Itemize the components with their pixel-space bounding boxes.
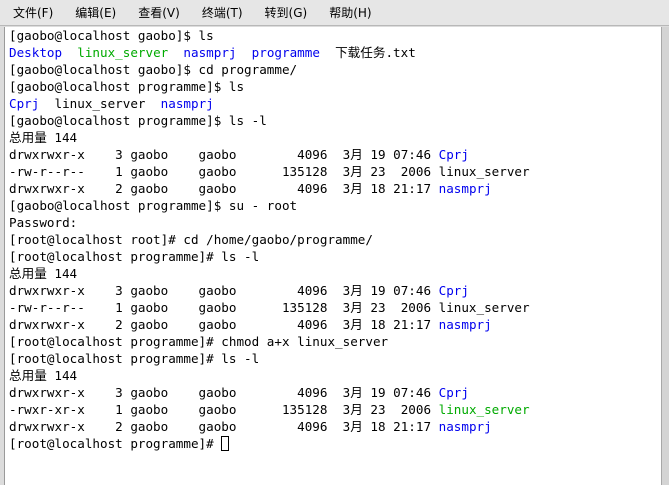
terminal-text: [root@localhost programme]# ls -l (9, 249, 260, 264)
terminal-line: [root@localhost root]# cd /home/gaobo/pr… (9, 231, 530, 248)
terminal-text: drwxrwxr-x 2 gaobo gaobo 4096 3月 18 21:1… (9, 181, 439, 196)
terminal-text: 总用量 144 (9, 130, 78, 145)
terminal-text: [root@localhost programme]# chmod a+x li… (9, 334, 389, 349)
terminal-line: -rw-r--r-- 1 gaobo gaobo 135128 3月 23 20… (9, 163, 530, 180)
terminal-line: -rwxr-xr-x 1 gaobo gaobo 135128 3月 23 20… (9, 401, 530, 418)
terminal-line: drwxrwxr-x 2 gaobo gaobo 4096 3月 18 21:1… (9, 418, 530, 435)
terminal-line: Password: (9, 214, 530, 231)
terminal-line: [gaobo@localhost programme]$ ls -l (9, 112, 530, 129)
terminal-line: -rw-r--r-- 1 gaobo gaobo 135128 3月 23 20… (9, 299, 530, 316)
terminal-text: drwxrwxr-x 2 gaobo gaobo 4096 3月 18 21:1… (9, 419, 439, 434)
terminal-line: [gaobo@localhost programme]$ su - root (9, 197, 530, 214)
directory-name: Cprj (9, 96, 40, 111)
text-cursor (221, 436, 230, 451)
terminal-text: [gaobo@localhost programme]$ ls (9, 79, 245, 94)
menu-file[interactable]: 文件(F) (6, 2, 60, 23)
directory-name: nasmprj (438, 181, 492, 196)
terminal-lines: [gaobo@localhost gaobo]$ ls Desktop linux… (9, 27, 530, 452)
terminal-line: [root@localhost programme]# chmod a+x li… (9, 333, 530, 350)
terminal-text: linux_server (39, 96, 161, 111)
terminal-text: [root@localhost programme]# (9, 436, 222, 451)
terminal-line: drwxrwxr-x 2 gaobo gaobo 4096 3月 18 21:1… (9, 180, 530, 197)
terminal-line: [gaobo@localhost gaobo]$ ls (9, 27, 530, 44)
terminal-line: Cprj linux_server nasmprj (9, 95, 530, 112)
directory-name: Cprj (438, 283, 469, 298)
terminal-line: 总用量 144 (9, 129, 530, 146)
executable-name: linux_server (77, 45, 169, 60)
directory-name: nasmprj (183, 45, 237, 60)
terminal-line: drwxrwxr-x 3 gaobo gaobo 4096 3月 19 07:4… (9, 146, 530, 163)
menu-bar: 文件(F) 编辑(E) 查看(V) 终端(T) 转到(G) 帮助(H) (0, 0, 669, 26)
terminal-text: 总用量 144 (9, 368, 78, 383)
terminal-line: 总用量 144 (9, 265, 530, 282)
terminal-text: drwxrwxr-x 3 gaobo gaobo 4096 3月 19 07:4… (9, 283, 439, 298)
directory-name: nasmprj (160, 96, 214, 111)
menu-view[interactable]: 查看(V) (131, 2, 187, 23)
terminal-line: drwxrwxr-x 3 gaobo gaobo 4096 3月 19 07:4… (9, 282, 530, 299)
terminal-line: [gaobo@localhost programme]$ ls (9, 78, 530, 95)
terminal-text: [root@localhost programme]# ls -l (9, 351, 260, 366)
terminal-line: drwxrwxr-x 3 gaobo gaobo 4096 3月 19 07:4… (9, 384, 530, 401)
menu-help[interactable]: 帮助(H) (322, 2, 378, 23)
terminal-line: [root@localhost programme]# ls -l (9, 248, 530, 265)
terminal-text: Password: (9, 215, 78, 230)
terminal-line: drwxrwxr-x 2 gaobo gaobo 4096 3月 18 21:1… (9, 316, 530, 333)
terminal-text: drwxrwxr-x 2 gaobo gaobo 4096 3月 18 21:1… (9, 317, 439, 332)
terminal-text: [gaobo@localhost gaobo]$ ls (9, 28, 214, 43)
terminal-text: [gaobo@localhost programme]$ ls -l (9, 113, 267, 128)
terminal-text: -rwxr-xr-x 1 gaobo gaobo 135128 3月 23 20… (9, 402, 439, 417)
directory-name: nasmprj (438, 317, 492, 332)
terminal-line: [root@localhost programme]# (9, 435, 530, 452)
terminal-line: [root@localhost programme]# ls -l (9, 350, 530, 367)
directory-name: Cprj (438, 385, 469, 400)
terminal-text: [root@localhost root]# cd /home/gaobo/pr… (9, 232, 373, 247)
directory-name: nasmprj (438, 419, 492, 434)
menu-edit[interactable]: 编辑(E) (68, 2, 123, 23)
menu-terminal[interactable]: 终端(T) (195, 2, 250, 23)
terminal-text: 下载任务.txt (319, 45, 416, 60)
terminal-line: [gaobo@localhost gaobo]$ cd programme/ (9, 61, 530, 78)
terminal-text: -rw-r--r-- 1 gaobo gaobo 135128 3月 23 20… (9, 300, 530, 315)
scrollbar[interactable] (661, 27, 669, 485)
executable-name: linux_server (438, 402, 530, 417)
directory-name: Cprj (438, 147, 469, 162)
terminal-text: drwxrwxr-x 3 gaobo gaobo 4096 3月 19 07:4… (9, 147, 439, 162)
directory-name: programme (251, 45, 320, 60)
terminal-line: 总用量 144 (9, 367, 530, 384)
menu-goto[interactable]: 转到(G) (258, 2, 315, 23)
terminal-line: Desktop linux_server nasmprj programme 下… (9, 44, 530, 61)
terminal-text: drwxrwxr-x 3 gaobo gaobo 4096 3月 19 07:4… (9, 385, 439, 400)
terminal-text: [gaobo@localhost programme]$ su - root (9, 198, 298, 213)
terminal-text: [gaobo@localhost gaobo]$ cd programme/ (9, 62, 298, 77)
terminal-text: 总用量 144 (9, 266, 78, 281)
directory-name: Desktop (9, 45, 63, 60)
terminal-output[interactable]: [gaobo@localhost gaobo]$ ls Desktop linux… (4, 27, 661, 485)
terminal-text: -rw-r--r-- 1 gaobo gaobo 135128 3月 23 20… (9, 164, 530, 179)
